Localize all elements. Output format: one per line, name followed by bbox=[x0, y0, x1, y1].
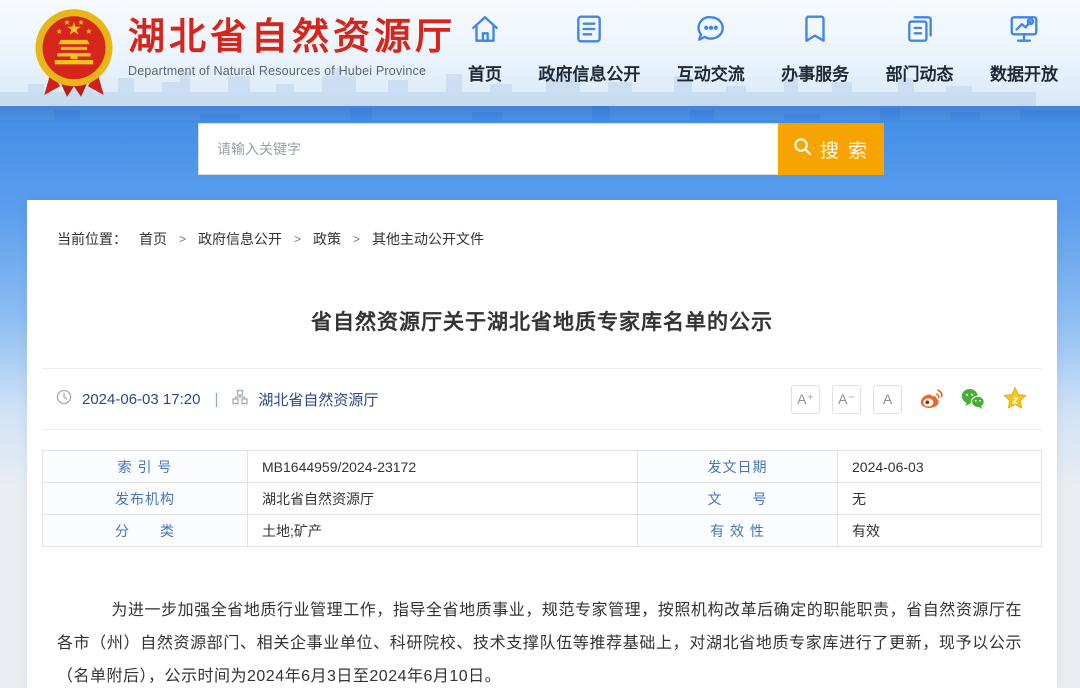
svg-text:★: ★ bbox=[56, 27, 63, 36]
info-label-category: 分 类 bbox=[43, 515, 248, 547]
article-meta-left: 2024-06-03 17:20 | 湖北省自然资源厅 bbox=[56, 389, 378, 410]
svg-text:★: ★ bbox=[77, 18, 84, 27]
org-sitemap-icon bbox=[232, 389, 248, 409]
nav-item-home[interactable]: 首页 bbox=[468, 13, 502, 85]
breadcrumb-item-policy[interactable]: 政策 bbox=[313, 229, 341, 249]
bookmark-icon bbox=[799, 13, 831, 50]
svg-text:z: z bbox=[1012, 394, 1019, 406]
info-label-doc-number: 文 号 bbox=[638, 483, 838, 515]
breadcrumb-item-other-docs[interactable]: 其他主动公开文件 bbox=[372, 229, 484, 249]
site-header: ★ ★ ★ ★ ★ 湖北省自然资源厅 Department of Natural… bbox=[0, 0, 1080, 106]
data-monitor-icon bbox=[1008, 13, 1040, 50]
font-decrease-button[interactable]: A⁻ bbox=[832, 385, 861, 414]
document-icon bbox=[573, 13, 605, 50]
article-meta-row: 2024-06-03 17:20 | 湖北省自然资源厅 A⁺ A⁻ A bbox=[42, 368, 1042, 430]
site-brand: 湖北省自然资源厅 Department of Natural Resources… bbox=[128, 16, 456, 78]
info-label-index-no: 索 引 号 bbox=[43, 451, 248, 483]
qzone-star-icon[interactable]: z bbox=[1002, 386, 1028, 412]
breadcrumb-item-home[interactable]: 首页 bbox=[139, 229, 167, 249]
info-value-validity: 有效 bbox=[838, 515, 1042, 547]
svg-text:★: ★ bbox=[85, 27, 92, 36]
chat-bubble-icon bbox=[695, 13, 727, 50]
nav-label: 首页 bbox=[468, 60, 502, 85]
page: ★ ★ ★ ★ ★ 湖北省自然资源厅 Department of Natural… bbox=[0, 0, 1080, 688]
article-meta-right: A⁺ A⁻ A bbox=[791, 385, 1028, 414]
search-button-label: 搜 索 bbox=[820, 136, 869, 163]
site-title: 湖北省自然资源厅 bbox=[128, 16, 456, 58]
meta-separator: | bbox=[214, 391, 218, 408]
nav-label: 政府信息公开 bbox=[538, 60, 640, 85]
home-icon bbox=[469, 13, 501, 50]
nav-label: 互动交流 bbox=[677, 60, 745, 85]
info-value-doc-number: 无 bbox=[838, 483, 1042, 515]
nav-item-department-news[interactable]: 部门动态 bbox=[886, 13, 954, 85]
search-input[interactable] bbox=[198, 123, 778, 175]
search-bar: 搜 索 bbox=[198, 123, 884, 175]
breadcrumb-separator: > bbox=[353, 232, 360, 246]
nav-item-open-data[interactable]: 数据开放 bbox=[990, 13, 1058, 85]
nav-label: 办事服务 bbox=[781, 60, 849, 85]
breadcrumb-separator: > bbox=[179, 232, 186, 246]
info-label-validity: 有 效 性 bbox=[638, 515, 838, 547]
stacked-docs-icon bbox=[904, 13, 936, 50]
breadcrumb-separator: > bbox=[294, 232, 301, 246]
svg-text:★: ★ bbox=[63, 18, 70, 27]
article-title: 省自然资源厅关于湖北省地质专家库名单的公示 bbox=[27, 306, 1057, 336]
font-reset-button[interactable]: A bbox=[873, 385, 902, 414]
article-body-paragraph: 为进一步加强全省地质行业管理工作，指导全省地质事业，规范专家管理，按照机构改革后… bbox=[57, 594, 1022, 688]
nav-label: 部门动态 bbox=[886, 60, 954, 85]
breadcrumb: 当前位置： 首页 > 政府信息公开 > 政策 > 其他主动公开文件 bbox=[57, 229, 484, 249]
weibo-icon[interactable] bbox=[918, 386, 944, 412]
breadcrumb-label: 当前位置： bbox=[57, 229, 127, 249]
search-icon bbox=[793, 137, 812, 162]
breadcrumb-item-gov-info[interactable]: 政府信息公开 bbox=[198, 229, 282, 249]
site-subtitle: Department of Natural Resources of Hubei… bbox=[128, 64, 456, 78]
content-card: 当前位置： 首页 > 政府信息公开 > 政策 > 其他主动公开文件 省自然资源厅… bbox=[27, 200, 1057, 688]
search-button[interactable]: 搜 索 bbox=[778, 123, 884, 175]
nav-label: 数据开放 bbox=[990, 60, 1058, 85]
nav-item-services[interactable]: 办事服务 bbox=[781, 13, 849, 85]
info-label-issue-date: 发文日期 bbox=[638, 451, 838, 483]
info-value-category: 土地;矿产 bbox=[248, 515, 638, 547]
document-info-table: 索 引 号 MB1644959/2024-23172 发文日期 2024-06-… bbox=[42, 450, 1042, 547]
clock-icon bbox=[56, 389, 72, 409]
nav-item-gov-info[interactable]: 政府信息公开 bbox=[538, 13, 640, 85]
publish-time: 2024-06-03 17:20 bbox=[82, 391, 200, 408]
main-nav: 首页 政府信息公开 互动交流 bbox=[468, 13, 1058, 85]
info-label-publisher: 发布机构 bbox=[43, 483, 248, 515]
table-row: 索 引 号 MB1644959/2024-23172 发文日期 2024-06-… bbox=[43, 451, 1042, 483]
table-row: 发布机构 湖北省自然资源厅 文 号 无 bbox=[43, 483, 1042, 515]
article-source[interactable]: 湖北省自然资源厅 bbox=[258, 389, 378, 410]
nav-item-interaction[interactable]: 互动交流 bbox=[677, 13, 745, 85]
info-value-issue-date: 2024-06-03 bbox=[838, 451, 1042, 483]
info-value-publisher: 湖北省自然资源厅 bbox=[248, 483, 638, 515]
national-emblem-logo: ★ ★ ★ ★ ★ bbox=[32, 6, 116, 100]
wechat-icon[interactable] bbox=[960, 386, 986, 412]
font-increase-button[interactable]: A⁺ bbox=[791, 385, 820, 414]
info-value-index-no: MB1644959/2024-23172 bbox=[248, 451, 638, 483]
table-row: 分 类 土地;矿产 有 效 性 有效 bbox=[43, 515, 1042, 547]
